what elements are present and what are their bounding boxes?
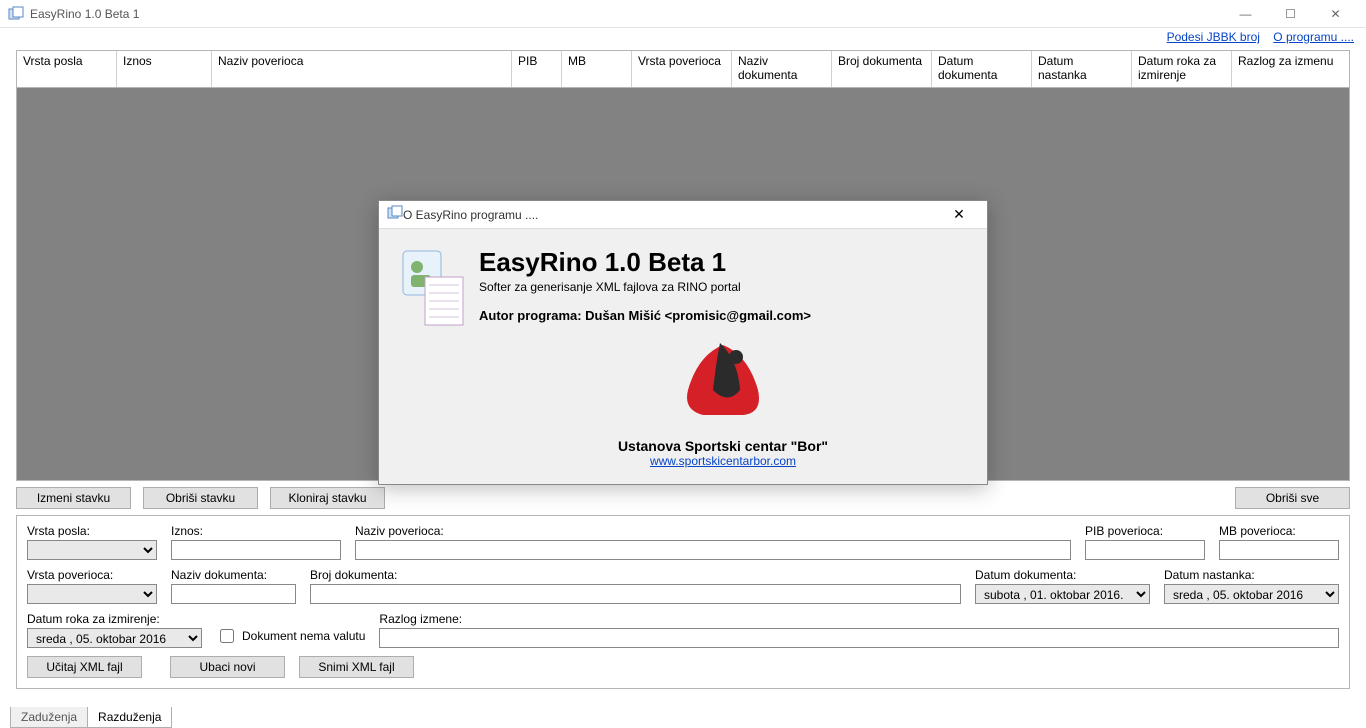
dialog-author: Autor programa: Dušan Mišić <promisic@gm… <box>479 308 967 323</box>
vrsta-posla-label: Vrsta posla: <box>27 524 157 538</box>
razlog-izmene-input[interactable] <box>379 628 1339 648</box>
col-razlog-izmenu[interactable]: Razlog za izmenu <box>1232 51 1349 87</box>
iznos-label: Iznos: <box>171 524 341 538</box>
maximize-button[interactable]: ☐ <box>1268 0 1313 28</box>
datum-nastanka-label: Datum nastanka: <box>1164 568 1339 582</box>
col-mb[interactable]: MB <box>562 51 632 87</box>
naziv-poverioca-label: Naziv poverioca: <box>355 524 1071 538</box>
form-panel: Vrsta posla: Iznos: Naziv poverioca: PIB… <box>16 515 1350 689</box>
col-vrsta-posla[interactable]: Vrsta posla <box>17 51 117 87</box>
grid-buttons: Izmeni stavku Obriši stavku Kloniraj sta… <box>16 487 1350 509</box>
vrsta-posla-select[interactable] <box>27 540 157 560</box>
naziv-dokumenta-label: Naziv dokumenta: <box>171 568 296 582</box>
minimize-button[interactable]: — <box>1223 0 1268 28</box>
dialog-subtitle: Softer za generisanje XML fajlova za RIN… <box>479 280 967 294</box>
datum-dokumenta-label: Datum dokumenta: <box>975 568 1150 582</box>
dialog-close-button[interactable]: ✕ <box>939 201 979 229</box>
vrsta-poverioca-label: Vrsta poverioca: <box>27 568 157 582</box>
mb-poverioca-input[interactable] <box>1219 540 1339 560</box>
tab-zaduzenja[interactable]: Zaduženja <box>10 707 88 728</box>
bottom-tabs: Zaduženja Razduženja <box>10 707 171 728</box>
col-broj-dokumenta[interactable]: Broj dokumenta <box>832 51 932 87</box>
iznos-input[interactable] <box>171 540 341 560</box>
nema-valutu-label: Dokument nema valutu <box>242 629 365 643</box>
podesi-jbbk-link[interactable]: Podesi JBBK broj <box>1167 30 1260 44</box>
col-vrsta-poverioca[interactable]: Vrsta poverioca <box>632 51 732 87</box>
col-naziv-poverioca[interactable]: Naziv poverioca <box>212 51 512 87</box>
col-naziv-dokumenta[interactable]: Naziv dokumenta <box>732 51 832 87</box>
o-programu-link[interactable]: O programu .... <box>1273 30 1354 44</box>
col-iznos[interactable]: Iznos <box>117 51 212 87</box>
dialog-titlebar: O EasyRino programu .... ✕ <box>379 201 987 229</box>
broj-dokumenta-label: Broj dokumenta: <box>310 568 961 582</box>
nema-valutu-checkbox[interactable] <box>220 629 234 643</box>
link-bar: Podesi JBBK broj O programu .... <box>0 28 1366 46</box>
broj-dokumenta-input[interactable] <box>310 584 961 604</box>
mb-poverioca-label: MB poverioca: <box>1219 524 1339 538</box>
close-button[interactable]: ✕ <box>1313 0 1358 28</box>
ucitaj-xml-button[interactable]: Učitaj XML fajl <box>27 656 142 678</box>
razlog-izmene-label: Razlog izmene: <box>379 612 1339 626</box>
dialog-org-link[interactable]: www.sportskicentarbor.com <box>650 454 796 468</box>
col-datum-roka[interactable]: Datum roka za izmirenje <box>1132 51 1232 87</box>
col-pib[interactable]: PIB <box>512 51 562 87</box>
dialog-title: O EasyRino programu .... <box>403 208 939 222</box>
dialog-org: Ustanova Sportski centar "Bor" <box>479 438 967 454</box>
window-title: EasyRino 1.0 Beta 1 <box>30 7 1223 21</box>
pib-poverioca-label: PIB poverioca: <box>1085 524 1205 538</box>
ubaci-novi-button[interactable]: Ubaci novi <box>170 656 285 678</box>
titlebar: EasyRino 1.0 Beta 1 — ☐ ✕ <box>0 0 1366 28</box>
vrsta-poverioca-select[interactable] <box>27 584 157 604</box>
org-logo <box>479 335 967 428</box>
obrisi-stavku-button[interactable]: Obriši stavku <box>143 487 258 509</box>
kloniraj-stavku-button[interactable]: Kloniraj stavku <box>270 487 385 509</box>
app-icon <box>8 6 24 22</box>
col-datum-nastanka[interactable]: Datum nastanka <box>1032 51 1132 87</box>
obrisi-sve-button[interactable]: Obriši sve <box>1235 487 1350 509</box>
snimi-xml-button[interactable]: Snimi XML fajl <box>299 656 414 678</box>
col-datum-dokumenta[interactable]: Datum dokumenta <box>932 51 1032 87</box>
izmeni-stavku-button[interactable]: Izmeni stavku <box>16 487 131 509</box>
dialog-app-icon <box>387 205 403 224</box>
datum-roka-select[interactable]: sreda , 05. oktobar 2016 <box>27 628 202 648</box>
naziv-dokumenta-input[interactable] <box>171 584 296 604</box>
about-dialog: O EasyRino programu .... ✕ EasyRino 1.0 … <box>378 200 988 485</box>
datum-dokumenta-select[interactable]: subota , 01. oktobar 2016. <box>975 584 1150 604</box>
dialog-icon <box>399 247 479 468</box>
datum-roka-label: Datum roka za izmirenje: <box>27 612 202 626</box>
window-controls: — ☐ ✕ <box>1223 0 1358 28</box>
naziv-poverioca-input[interactable] <box>355 540 1071 560</box>
grid-header: Vrsta posla Iznos Naziv poverioca PIB MB… <box>17 51 1349 88</box>
dialog-heading: EasyRino 1.0 Beta 1 <box>479 247 967 278</box>
pib-poverioca-input[interactable] <box>1085 540 1205 560</box>
tab-razduzenja[interactable]: Razduženja <box>87 707 172 728</box>
datum-nastanka-select[interactable]: sreda , 05. oktobar 2016 <box>1164 584 1339 604</box>
